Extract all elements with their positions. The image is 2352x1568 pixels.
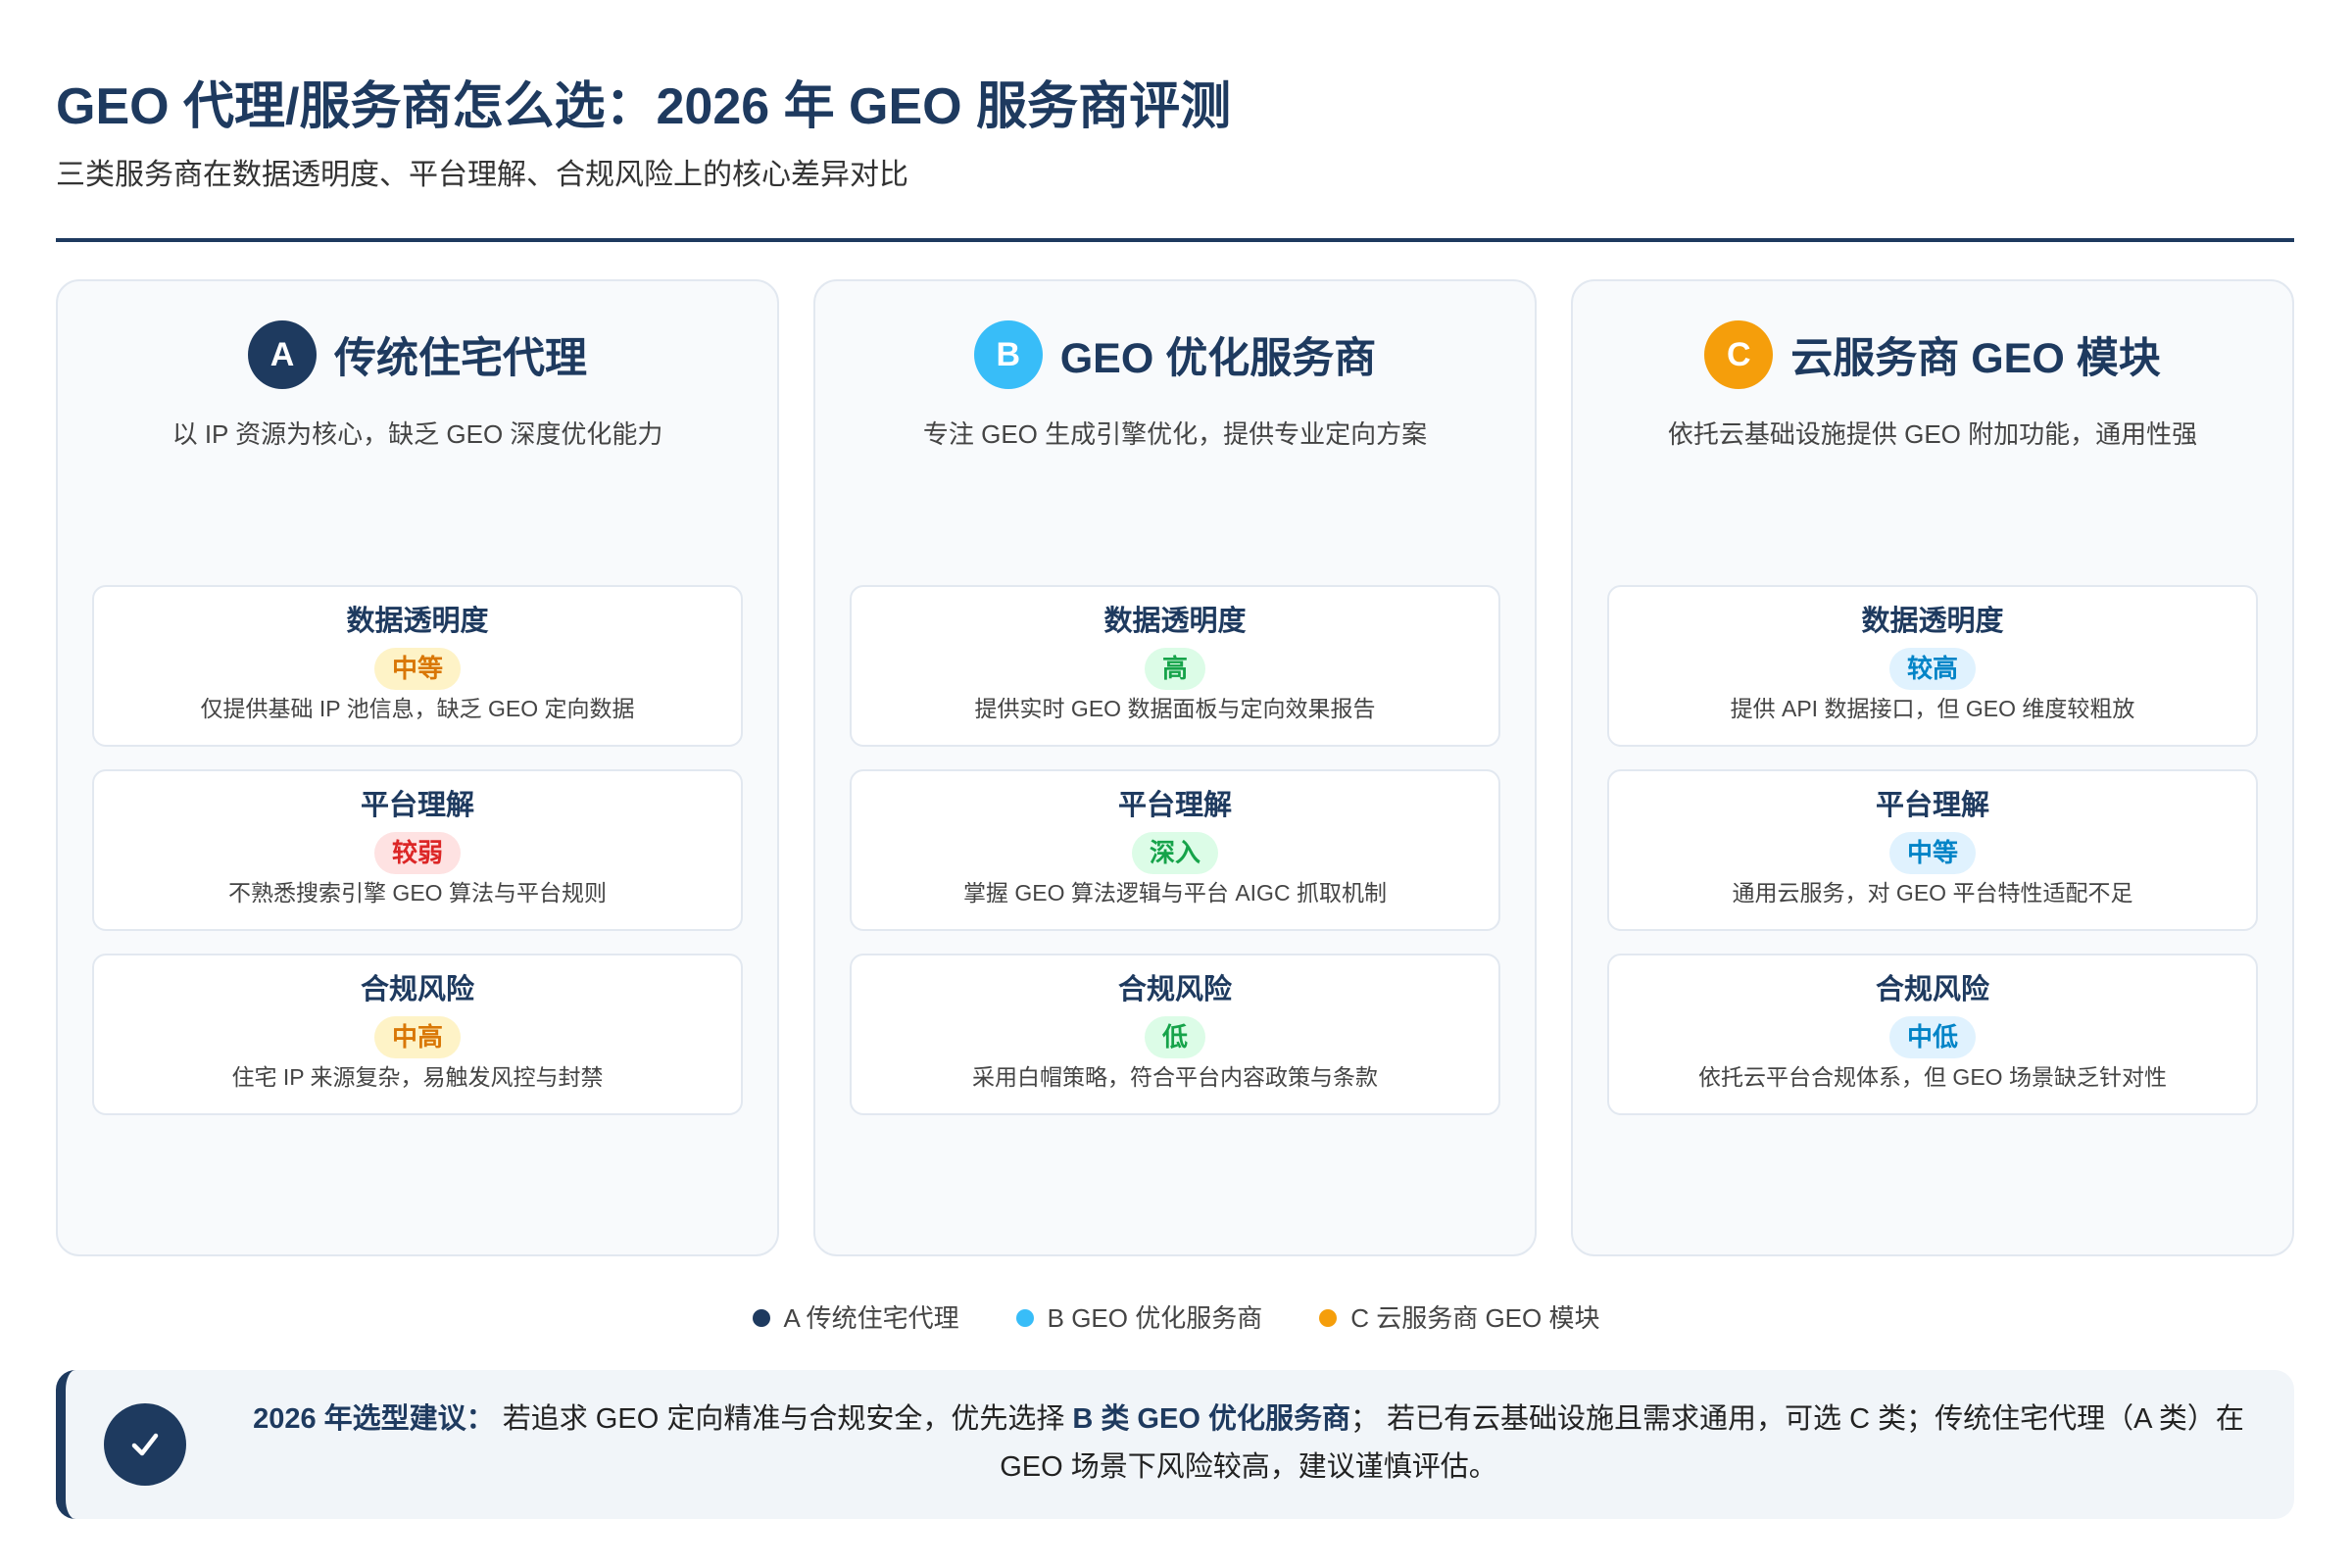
metric-platform-understanding: 平台理解 中等 通用云服务，对 GEO 平台特性适配不足 bbox=[1607, 769, 2258, 931]
card-header: A 传统住宅代理 bbox=[58, 320, 777, 389]
legend-dot bbox=[1015, 1309, 1034, 1327]
metric-compliance-risk: 合规风险 中高 住宅 IP 来源复杂，易触发风控与封禁 bbox=[92, 954, 743, 1115]
rating-badge: 中等 bbox=[1888, 832, 1976, 874]
rating-badge: 中高 bbox=[373, 1016, 461, 1058]
metric-platform-understanding: 平台理解 较弱 不熟悉搜索引擎 GEO 算法与平台规则 bbox=[92, 769, 743, 931]
page: GEO 代理/服务商怎么选：2026 年 GEO 服务商评测 三类服务商在数据透… bbox=[0, 0, 2352, 1568]
metric-note: 掌握 GEO 算法逻辑与平台 AIGC 抓取机制 bbox=[963, 880, 1387, 906]
card-description: 专注 GEO 生成引擎优化，提供专业定向方案 bbox=[922, 419, 1428, 449]
recommendation-text: 2026 年选型建议： 若追求 GEO 定向精准与合规安全，优先选择 B 类 G… bbox=[230, 1396, 2267, 1492]
rating-badge: 中低 bbox=[1888, 1016, 1976, 1058]
check-icon bbox=[104, 1403, 186, 1486]
legend-label: B GEO 优化服务商 bbox=[1047, 1303, 1263, 1333]
rating-badge: 中等 bbox=[373, 648, 461, 690]
provider-cards: A 传统住宅代理 以 IP 资源为核心，缺乏 GEO 深度优化能力 数据透明度 … bbox=[56, 279, 2294, 1256]
metric-note: 依托云平台合规体系，但 GEO 场景缺乏针对性 bbox=[1698, 1064, 2167, 1090]
metric-note: 提供 API 数据接口，但 GEO 维度较粗放 bbox=[1730, 696, 2135, 721]
metric-note: 提供实时 GEO 数据面板与定向效果报告 bbox=[974, 696, 1376, 721]
check-icon-glyph bbox=[131, 1433, 159, 1456]
rating-badge: 低 bbox=[1144, 1016, 1205, 1058]
card-title: GEO 优化服务商 bbox=[1059, 335, 1377, 382]
recommendation-text-before: 若追求 GEO 定向精准与合规安全，优先选择 bbox=[494, 1403, 1073, 1435]
card-title: 传统住宅代理 bbox=[334, 335, 587, 382]
legend: A 传统住宅代理 B GEO 优化服务商 C 云服务商 GEO 模块 bbox=[0, 1300, 2352, 1336]
legend-dot bbox=[752, 1309, 770, 1327]
legend-item-b: B GEO 优化服务商 bbox=[1015, 1300, 1263, 1336]
rating-badge: 较弱 bbox=[373, 832, 461, 874]
card-header: C 云服务商 GEO 模块 bbox=[1573, 320, 2292, 389]
metric-label: 数据透明度 bbox=[1861, 606, 2004, 637]
metric-label: 合规风险 bbox=[360, 974, 474, 1005]
recommendation-lead: 2026 年选型建议： bbox=[253, 1403, 495, 1435]
header-divider bbox=[56, 238, 2294, 242]
metric-compliance-risk: 合规风险 中低 依托云平台合规体系，但 GEO 场景缺乏针对性 bbox=[1607, 954, 2258, 1115]
page-subtitle: 三类服务商在数据透明度、平台理解、合规风险上的核心差异对比 bbox=[56, 159, 908, 191]
recommendation-highlight: B 类 GEO 优化服务商 bbox=[1072, 1403, 1350, 1435]
card-title: 云服务商 GEO 模块 bbox=[1790, 335, 2161, 382]
metric-label: 平台理解 bbox=[1875, 790, 1989, 821]
metric-list: 数据透明度 较高 提供 API 数据接口，但 GEO 维度较粗放 平台理解 中等… bbox=[1607, 585, 2258, 1115]
rating-badge: 较高 bbox=[1888, 648, 1976, 690]
rating-badge: 高 bbox=[1144, 648, 1205, 690]
legend-item-c: C 云服务商 GEO 模块 bbox=[1319, 1300, 1599, 1336]
card-badge: C bbox=[1704, 320, 1774, 389]
card-description: 以 IP 资源为核心，缺乏 GEO 深度优化能力 bbox=[172, 419, 663, 449]
legend-item-a: A 传统住宅代理 bbox=[752, 1300, 959, 1336]
metric-data-transparency: 数据透明度 高 提供实时 GEO 数据面板与定向效果报告 bbox=[850, 585, 1500, 747]
rating-badge: 深入 bbox=[1131, 832, 1218, 874]
legend-dot bbox=[1319, 1309, 1338, 1327]
card-description: 依托云基础设施提供 GEO 附加功能，通用性强 bbox=[1667, 419, 2198, 449]
provider-card-a: A 传统住宅代理 以 IP 资源为核心，缺乏 GEO 深度优化能力 数据透明度 … bbox=[56, 279, 779, 1256]
metric-compliance-risk: 合规风险 低 采用白帽策略，符合平台内容政策与条款 bbox=[850, 954, 1500, 1115]
metric-note: 仅提供基础 IP 池信息，缺乏 GEO 定向数据 bbox=[200, 696, 635, 721]
metric-data-transparency: 数据透明度 较高 提供 API 数据接口，但 GEO 维度较粗放 bbox=[1607, 585, 2258, 747]
metric-platform-understanding: 平台理解 深入 掌握 GEO 算法逻辑与平台 AIGC 抓取机制 bbox=[850, 769, 1500, 931]
legend-label: A 传统住宅代理 bbox=[783, 1303, 959, 1333]
legend-label: C 云服务商 GEO 模块 bbox=[1350, 1303, 1600, 1333]
card-header: B GEO 优化服务商 bbox=[815, 320, 1535, 389]
page-title: GEO 代理/服务商怎么选：2026 年 GEO 服务商评测 bbox=[56, 78, 1232, 135]
provider-card-b: B GEO 优化服务商 专注 GEO 生成引擎优化，提供专业定向方案 数据透明度… bbox=[813, 279, 1537, 1256]
metric-label: 合规风险 bbox=[1117, 974, 1232, 1005]
metric-label: 数据透明度 bbox=[1103, 606, 1247, 637]
metric-note: 住宅 IP 来源复杂，易触发风控与封禁 bbox=[231, 1064, 604, 1090]
card-badge: B bbox=[973, 320, 1043, 389]
metric-note: 通用云服务，对 GEO 平台特性适配不足 bbox=[1732, 880, 2133, 906]
metric-note: 采用白帽策略，符合平台内容政策与条款 bbox=[972, 1064, 1378, 1090]
card-badge: A bbox=[248, 320, 317, 389]
metric-label: 平台理解 bbox=[1117, 790, 1232, 821]
recommendation-box: 2026 年选型建议： 若追求 GEO 定向精准与合规安全，优先选择 B 类 G… bbox=[56, 1370, 2294, 1519]
metric-label: 平台理解 bbox=[360, 790, 474, 821]
metric-list: 数据透明度 高 提供实时 GEO 数据面板与定向效果报告 平台理解 深入 掌握 … bbox=[850, 585, 1500, 1115]
provider-card-c: C 云服务商 GEO 模块 依托云基础设施提供 GEO 附加功能，通用性强 数据… bbox=[1571, 279, 2294, 1256]
metric-list: 数据透明度 中等 仅提供基础 IP 池信息，缺乏 GEO 定向数据 平台理解 较… bbox=[92, 585, 743, 1115]
metric-label: 合规风险 bbox=[1875, 974, 1989, 1005]
metric-note: 不熟悉搜索引擎 GEO 算法与平台规则 bbox=[228, 880, 607, 906]
metric-label: 数据透明度 bbox=[346, 606, 489, 637]
metric-data-transparency: 数据透明度 中等 仅提供基础 IP 池信息，缺乏 GEO 定向数据 bbox=[92, 585, 743, 747]
